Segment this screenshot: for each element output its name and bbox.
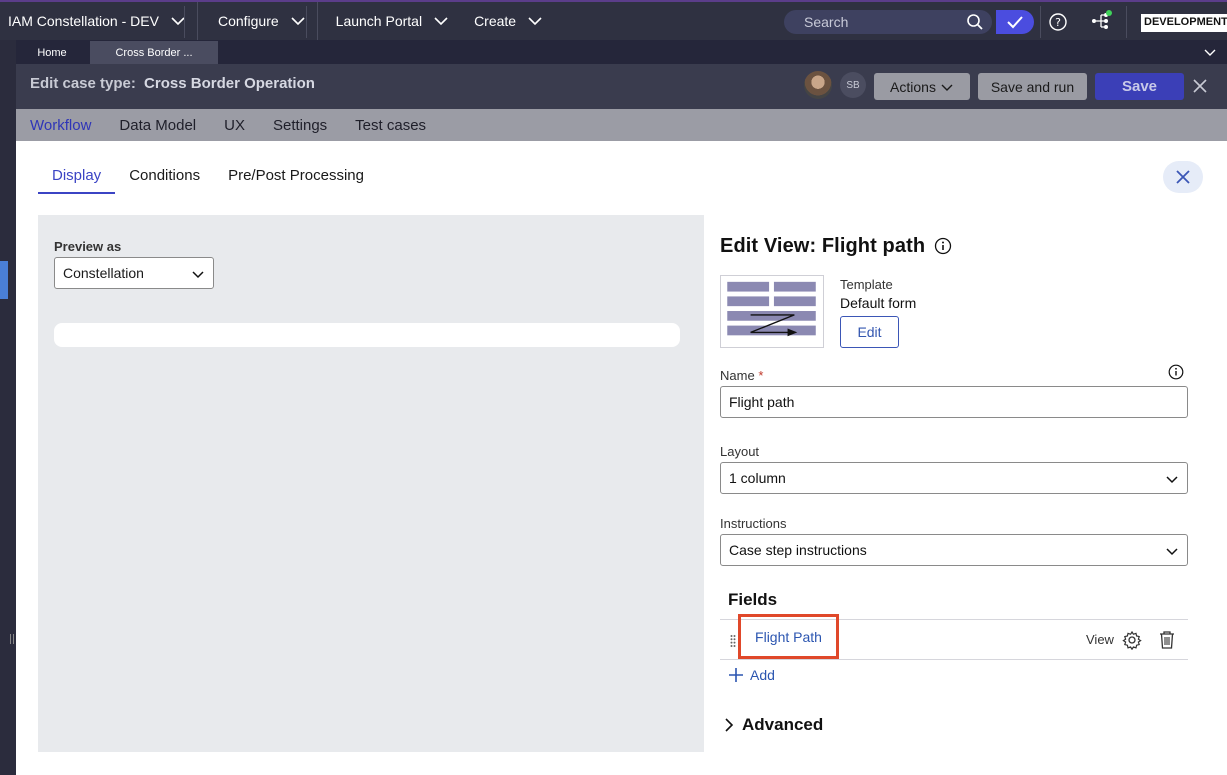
doc-tab-cross-border[interactable]: Cross Border ... [90, 41, 218, 64]
chevron-down-icon[interactable] [1203, 45, 1217, 59]
check-icon [1007, 16, 1023, 29]
preview-as-label: Preview as [54, 239, 122, 254]
trash-icon[interactable] [1158, 630, 1176, 650]
avatar[interactable] [804, 71, 832, 99]
gear-icon[interactable] [1122, 630, 1142, 650]
nav-ux[interactable]: UX [224, 117, 245, 134]
menu-configure[interactable]: Configure [198, 2, 318, 40]
nav-settings[interactable]: Settings [273, 117, 327, 134]
preview-as-select[interactable]: Constellation [54, 257, 214, 289]
actions-label: Actions [890, 78, 936, 95]
left-accent [0, 261, 8, 299]
instructions-value: Case step instructions [729, 542, 867, 558]
fields-heading: Fields [728, 590, 778, 609]
case-type-name: Cross Border Operation [144, 75, 315, 92]
preview-pane: Preview as Constellation [38, 215, 704, 752]
field-mode: View [1086, 632, 1114, 647]
instructions-select[interactable]: Case step instructions [720, 534, 1188, 566]
actions-button[interactable]: Actions [874, 73, 970, 100]
divider [1126, 6, 1127, 38]
search-icon[interactable] [966, 13, 984, 31]
layout-value: 1 column [729, 470, 786, 486]
app-name: IAM Constellation - DEV [8, 13, 159, 29]
nav-test-cases[interactable]: Test cases [355, 117, 426, 134]
save-button[interactable]: Save [1095, 73, 1184, 100]
search-input[interactable]: Search [784, 10, 992, 34]
menu-launch-portal-label: Launch Portal [335, 13, 423, 29]
name-input[interactable]: Flight path [720, 386, 1188, 418]
menu-launch-portal[interactable]: Launch Portal [318, 2, 460, 40]
page-title-label: Edit case type: [30, 75, 136, 92]
app-switcher[interactable]: IAM Constellation - DEV [0, 2, 198, 40]
preview-as-value: Constellation [63, 265, 144, 281]
field-link-flight-path[interactable]: Flight Path [738, 614, 839, 659]
resize-handle[interactable] [10, 634, 14, 644]
template-value: Default form [840, 295, 917, 311]
step-config-panel: Display Conditions Pre/Post Processing P… [16, 141, 1227, 775]
nav-data-model[interactable]: Data Model [119, 117, 196, 134]
template-label: Template [840, 277, 893, 292]
top-bar: IAM Constellation - DEV Configure Launch… [0, 0, 1227, 40]
info-icon[interactable] [1168, 364, 1184, 380]
menu-create[interactable]: Create [460, 2, 554, 40]
search-placeholder: Search [804, 14, 849, 30]
avatar-initials[interactable]: SB [840, 72, 866, 98]
menu-create-label: Create [474, 13, 517, 29]
layout-label: Layout [720, 444, 760, 459]
preview-placeholder [54, 323, 680, 347]
tab-pre-post-processing[interactable]: Pre/Post Processing [214, 167, 378, 194]
chevron-down-icon [192, 271, 204, 279]
chevron-down-icon [528, 17, 542, 26]
divider [306, 6, 307, 38]
tree-icon[interactable] [1090, 10, 1112, 32]
doc-tab-home[interactable]: Home [24, 41, 80, 64]
divider [1040, 6, 1041, 38]
name-label: Name * [720, 368, 763, 383]
instructions-label: Instructions [720, 516, 787, 531]
info-icon[interactable] [934, 237, 952, 255]
divider [184, 6, 185, 38]
svg-text:?: ? [1055, 16, 1061, 29]
chevron-down-icon [1166, 548, 1178, 556]
edit-template-button[interactable]: Edit [840, 316, 899, 348]
chevron-down-icon [941, 84, 953, 91]
plus-icon [729, 668, 743, 682]
add-field-button[interactable]: Add [728, 667, 775, 683]
menu-configure-label: Configure [217, 13, 279, 29]
environment-badge: DEVELOPMENT [1141, 14, 1227, 32]
help-icon[interactable]: ? [1048, 12, 1068, 32]
chevron-right-icon [725, 718, 734, 732]
nav-workflow[interactable]: Workflow [30, 117, 91, 134]
advanced-section-toggle[interactable]: Advanced [724, 715, 823, 735]
template-thumbnail [720, 275, 824, 348]
advanced-label: Advanced [742, 715, 824, 734]
close-icon [1176, 170, 1190, 184]
save-and-run-button[interactable]: Save and run [978, 73, 1087, 100]
edit-view-title: Edit View: Flight path [720, 235, 926, 257]
search-go-button[interactable] [996, 10, 1034, 34]
name-label-text: Name [720, 368, 755, 383]
chevron-down-icon [434, 17, 448, 26]
layout-select[interactable]: 1 column [720, 462, 1188, 494]
required-marker: * [758, 368, 764, 383]
field-row: Flight Path View [720, 614, 1188, 660]
add-label: Add [750, 667, 775, 683]
chevron-down-icon [291, 17, 305, 26]
case-type-nav: Workflow Data Model UX Settings Test cas… [16, 109, 1227, 141]
close-panel-button[interactable] [1163, 161, 1203, 193]
close-icon[interactable] [1192, 78, 1208, 94]
document-tabs: Home Cross Border ... [16, 40, 1227, 64]
drag-handle-icon[interactable] [730, 634, 736, 648]
config-tabs: Display Conditions Pre/Post Processing [38, 167, 378, 194]
case-type-header: Edit case type: Cross Border Operation S… [16, 64, 1227, 109]
chevron-down-icon [1166, 476, 1178, 484]
tab-display[interactable]: Display [38, 167, 116, 194]
edit-view-panel: Edit View: Flight path Template Default … [720, 215, 1190, 752]
tab-conditions[interactable]: Conditions [115, 167, 214, 194]
left-gutter [0, 40, 16, 775]
page-title: Edit case type: Cross Border Operation [30, 75, 315, 92]
